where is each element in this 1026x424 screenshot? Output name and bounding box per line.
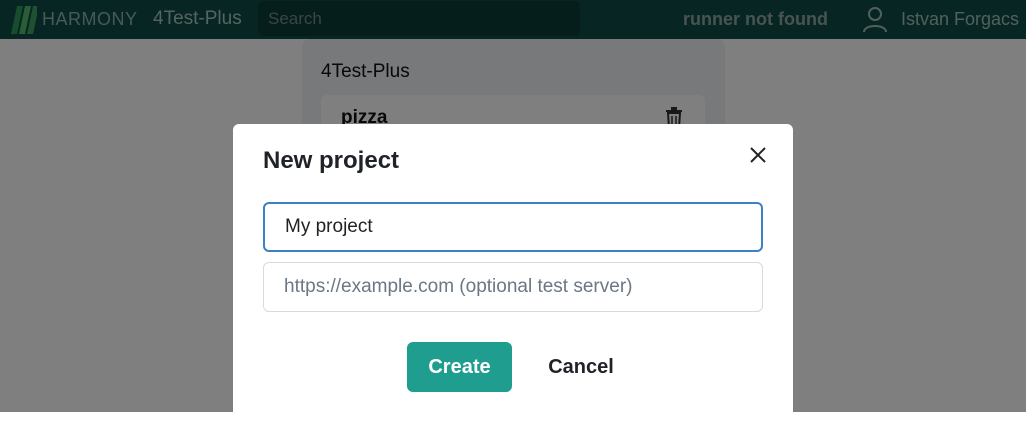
close-icon[interactable] [747, 144, 769, 166]
create-button[interactable]: Create [407, 342, 512, 392]
dialog-title: New project [263, 147, 400, 174]
new-project-dialog: New project Create Cancel [233, 124, 793, 424]
project-name-input[interactable] [263, 202, 763, 252]
cancel-button[interactable]: Cancel [531, 342, 631, 392]
test-server-url-input[interactable] [263, 262, 763, 312]
